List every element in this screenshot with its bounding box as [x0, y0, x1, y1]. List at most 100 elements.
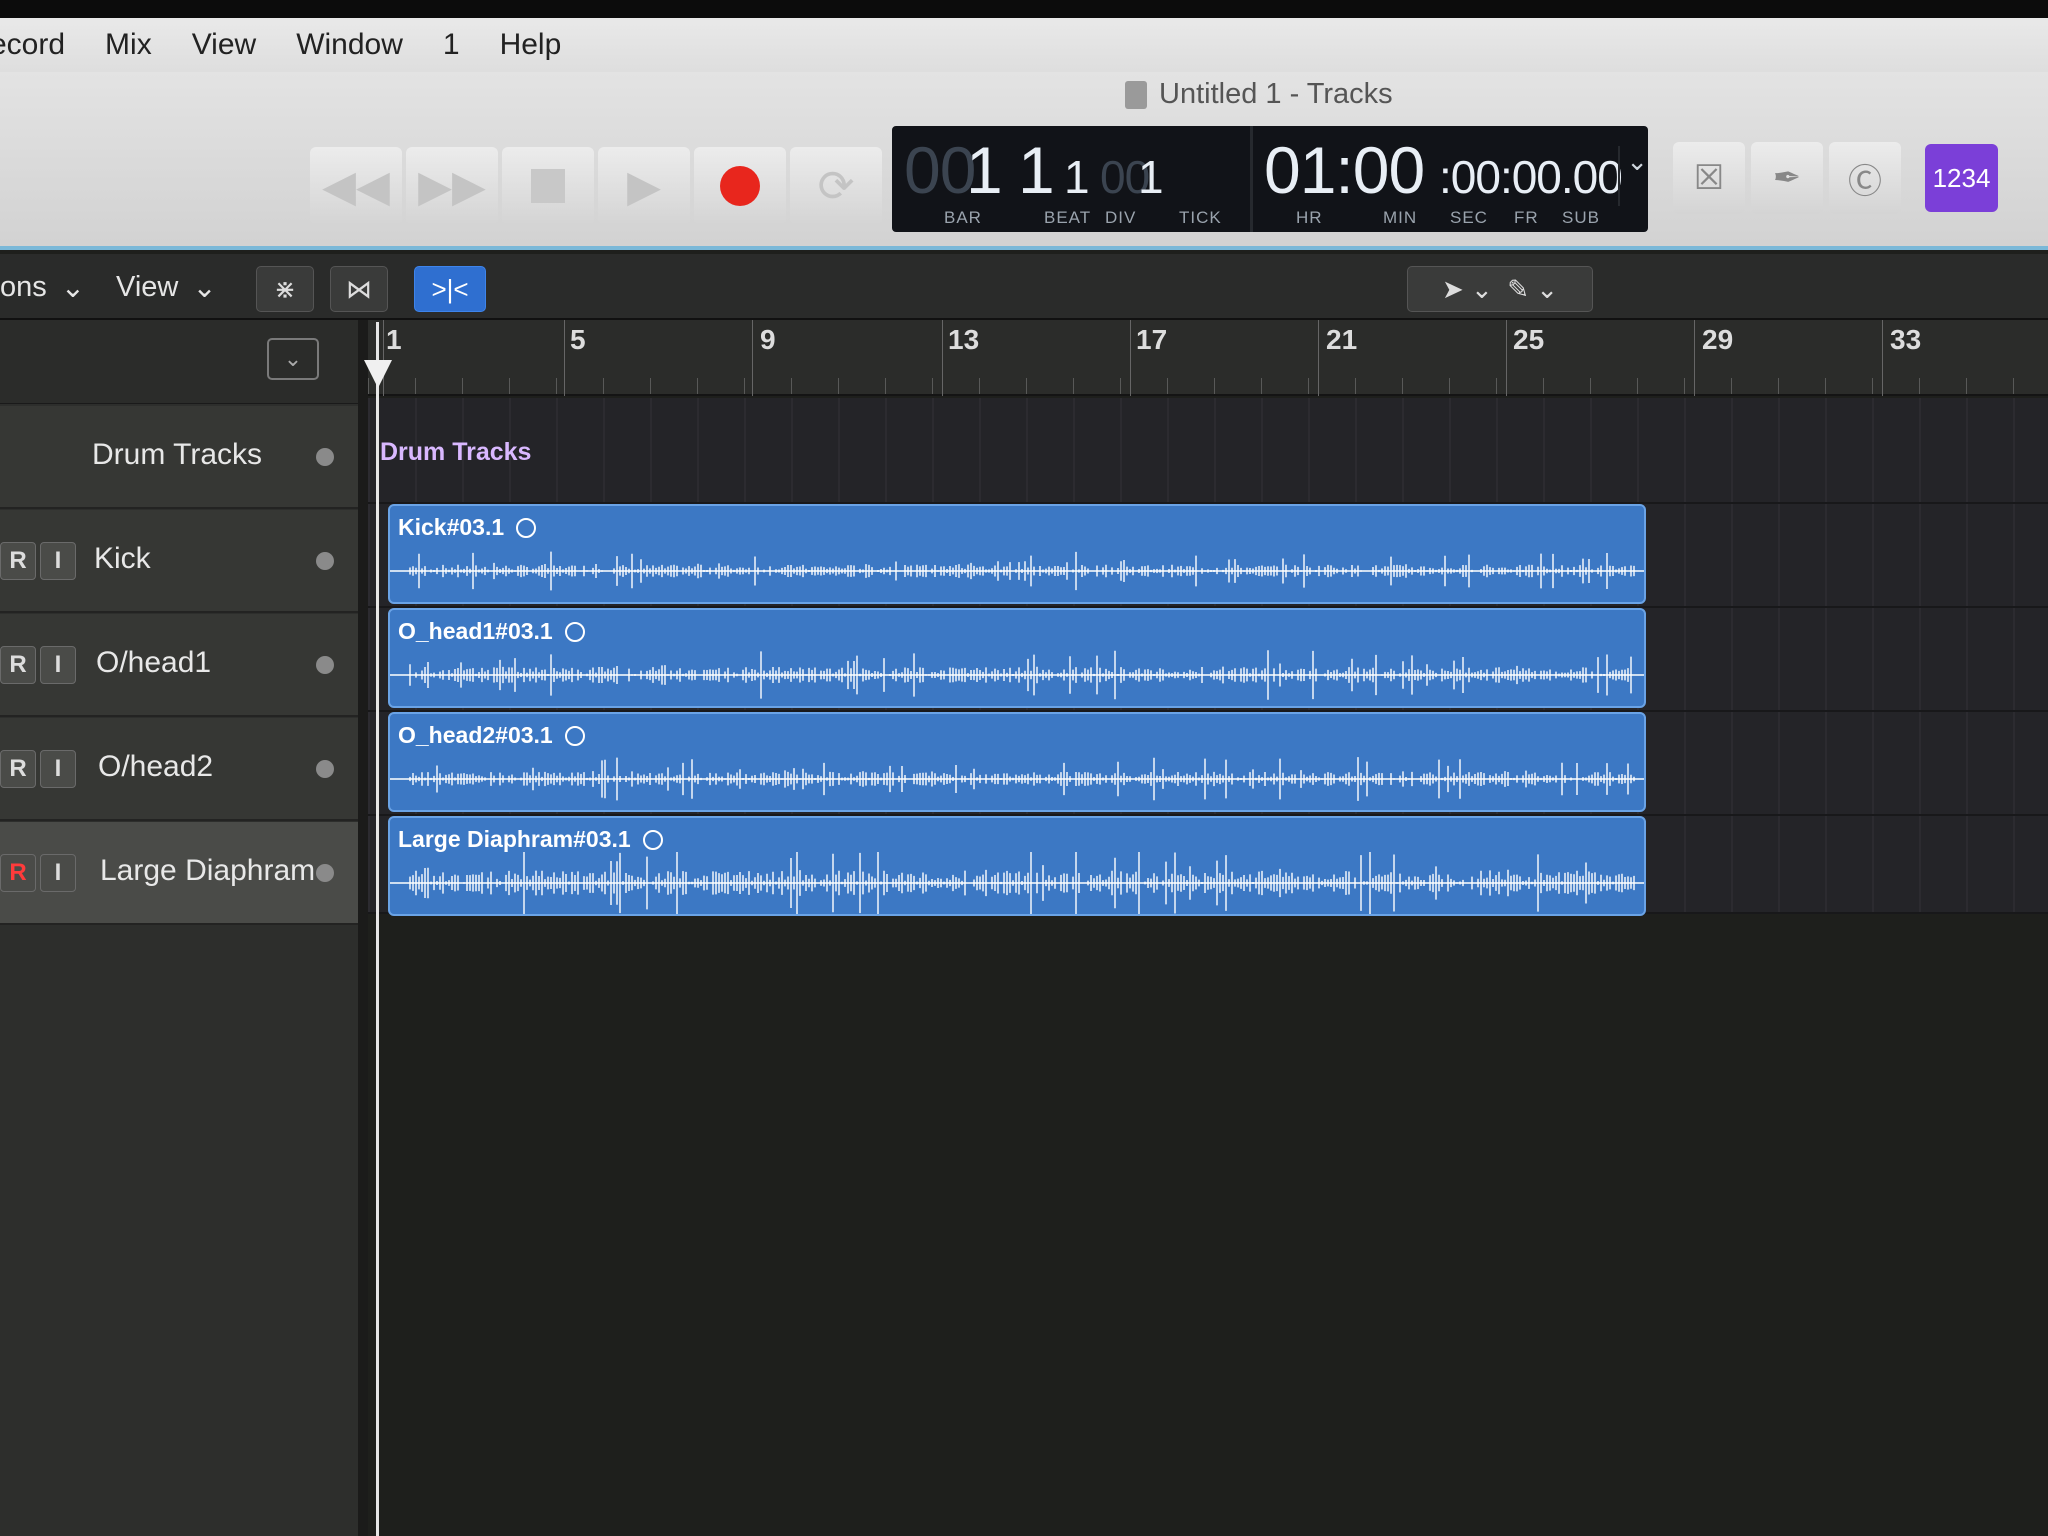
- playhead-handle-icon[interactable]: [364, 360, 392, 388]
- record-input-buttons: R I: [0, 750, 76, 788]
- region-name: O_head2#03.1: [398, 722, 585, 749]
- record-input-buttons: R I: [0, 646, 76, 684]
- lcd-bar: 1: [966, 133, 1003, 207]
- track-header-ohead1[interactable]: R I O/head1: [0, 614, 358, 717]
- lcd-beat: 1: [1018, 133, 1055, 207]
- lcd-display[interactable]: 00 1 1 1 00 1 BAR BEAT DIV TICK 01:00 :0…: [892, 126, 1648, 232]
- rewind-icon: ◀◀: [322, 161, 390, 211]
- ruler-bar-label: 33: [1890, 324, 1922, 355]
- lcd-label-sec: SEC: [1450, 208, 1488, 227]
- region-name-text: Large Diaphram#03.1: [398, 826, 631, 852]
- region-name-text: O_head2#03.1: [398, 722, 553, 748]
- rewind-button[interactable]: ◀◀: [310, 147, 402, 225]
- input-monitor-button[interactable]: I: [40, 750, 76, 788]
- lcd-separator: [1250, 126, 1253, 232]
- functions-menu-label: ons: [0, 270, 47, 303]
- record-enable-button[interactable]: R: [0, 854, 36, 892]
- bar-ruler[interactable]: 1 5 9 13 17 21 25 29 33: [368, 320, 2048, 396]
- lcd-div: 1: [1064, 151, 1090, 203]
- ruler-bar-line: [1882, 320, 1883, 396]
- region-name-text: O_head1#03.1: [398, 618, 553, 644]
- collapse-icon: ⌄: [283, 346, 303, 371]
- tool-selectors[interactable]: ➤ ⌄ ✎ ⌄: [1407, 266, 1593, 312]
- track-header-large-diaphram[interactable]: R I Large Diaphram: [0, 822, 358, 925]
- track-name: Kick: [94, 542, 151, 575]
- record-button[interactable]: [694, 147, 786, 225]
- track-status-dot: [316, 656, 334, 674]
- transport-controls: ◀◀ ▶▶ ▶ ⟳: [310, 147, 882, 225]
- ruler-bar-line: [942, 320, 943, 396]
- ruler-bar-label: 9: [760, 324, 776, 355]
- play-button[interactable]: ▶: [598, 147, 690, 225]
- menu-view[interactable]: View: [192, 28, 256, 62]
- replace-icon: ☒: [1693, 159, 1725, 197]
- menu-1[interactable]: 1: [443, 28, 460, 62]
- track-status-dot: [316, 552, 334, 570]
- track-header-ohead2[interactable]: R I O/head2: [0, 718, 358, 821]
- ruler-ticks: [368, 378, 2048, 394]
- track-header-drum-tracks[interactable]: Drum Tracks: [0, 406, 358, 509]
- stop-icon: [531, 169, 565, 203]
- ruler-bar-label: 17: [1136, 324, 1168, 355]
- input-monitor-button[interactable]: I: [40, 542, 76, 580]
- audio-region-kick[interactable]: Kick#03.1: [388, 504, 1646, 604]
- play-icon: ▶: [627, 161, 661, 211]
- lcd-time-hr-min: 01:00: [1264, 133, 1425, 207]
- pointer-tool-icon: ➤ ⌄: [1441, 273, 1493, 304]
- collapse-button[interactable]: ⌄: [267, 338, 319, 380]
- stop-button[interactable]: [502, 147, 594, 225]
- lcd-label-min: MIN: [1383, 208, 1418, 227]
- waveform-path: [390, 650, 1644, 700]
- lcd-label-fr: FR: [1514, 208, 1539, 227]
- menu-bar: ecord Mix View Window 1 Help: [0, 18, 2048, 72]
- audio-region-ohead2[interactable]: O_head2#03.1: [388, 712, 1646, 812]
- menu-window[interactable]: Window: [296, 28, 403, 62]
- lcd-label-hr: HR: [1296, 208, 1323, 227]
- chevron-down-icon: ⌄: [192, 271, 217, 304]
- waveform: [390, 650, 1644, 700]
- record-enable-button[interactable]: R: [0, 646, 36, 684]
- playhead[interactable]: [376, 322, 379, 1536]
- functions-menu[interactable]: ons ⌄: [0, 264, 85, 310]
- summary-track-label[interactable]: Drum Tracks: [380, 438, 531, 467]
- count-in-button[interactable]: 1234: [1925, 144, 1998, 212]
- catch-playhead-button[interactable]: >|<: [414, 266, 486, 312]
- track-header-top: ⌄: [0, 320, 358, 404]
- catch-icon: >|<: [431, 273, 469, 304]
- fast-forward-button[interactable]: ▶▶: [406, 147, 498, 225]
- input-monitor-button[interactable]: I: [40, 854, 76, 892]
- ruler-bar-label: 29: [1702, 324, 1734, 355]
- automation-button[interactable]: ⋇: [256, 266, 314, 312]
- logic-pro-window: ecord Mix View Window 1 Help Untitled 1 …: [0, 0, 2048, 1536]
- menu-help[interactable]: Help: [500, 28, 562, 62]
- track-headers: ⌄ Drum Tracks R I Kick R I O/head1 R I O…: [0, 320, 368, 1536]
- loop-icon: [564, 725, 585, 746]
- flex-button[interactable]: ⋈: [330, 266, 388, 312]
- tuner-button[interactable]: ✒: [1751, 142, 1823, 214]
- arrange-area[interactable]: 1 5 9 13 17 21 25 29 33 Drum Tracks Kick…: [368, 320, 2048, 1536]
- cycle-icon: ⟳: [817, 161, 855, 211]
- record-enable-button[interactable]: R: [0, 542, 36, 580]
- lcd-label-tick: TICK: [1179, 208, 1222, 227]
- record-input-buttons: R I: [0, 854, 76, 892]
- ruler-bar-label: 25: [1513, 324, 1545, 355]
- menu-mix[interactable]: Mix: [105, 28, 152, 62]
- chevron-down-icon: ⌄: [60, 271, 86, 304]
- lcd-label-sub: SUB: [1562, 208, 1600, 227]
- menu-record[interactable]: ecord: [0, 28, 65, 62]
- track-status-dot: [316, 760, 334, 778]
- record-enable-button[interactable]: R: [0, 750, 36, 788]
- solo-button[interactable]: Ⓒ: [1829, 142, 1901, 214]
- view-menu[interactable]: View ⌄: [116, 264, 217, 310]
- audio-region-ohead1[interactable]: O_head1#03.1: [388, 608, 1646, 708]
- replace-button[interactable]: ☒: [1673, 142, 1745, 214]
- region-name: O_head1#03.1: [398, 618, 585, 645]
- cycle-button[interactable]: ⟳: [790, 147, 882, 225]
- lcd-tick: 1: [1138, 151, 1164, 203]
- ruler-bar-line: [564, 320, 565, 396]
- input-monitor-button[interactable]: I: [40, 646, 76, 684]
- waveform-path: [390, 852, 1644, 914]
- track-header-kick[interactable]: R I Kick: [0, 510, 358, 613]
- lcd-mode-chevron-icon[interactable]: ⌄: [1618, 146, 1648, 206]
- audio-region-large-diaphram[interactable]: Large Diaphram#03.1: [388, 816, 1646, 916]
